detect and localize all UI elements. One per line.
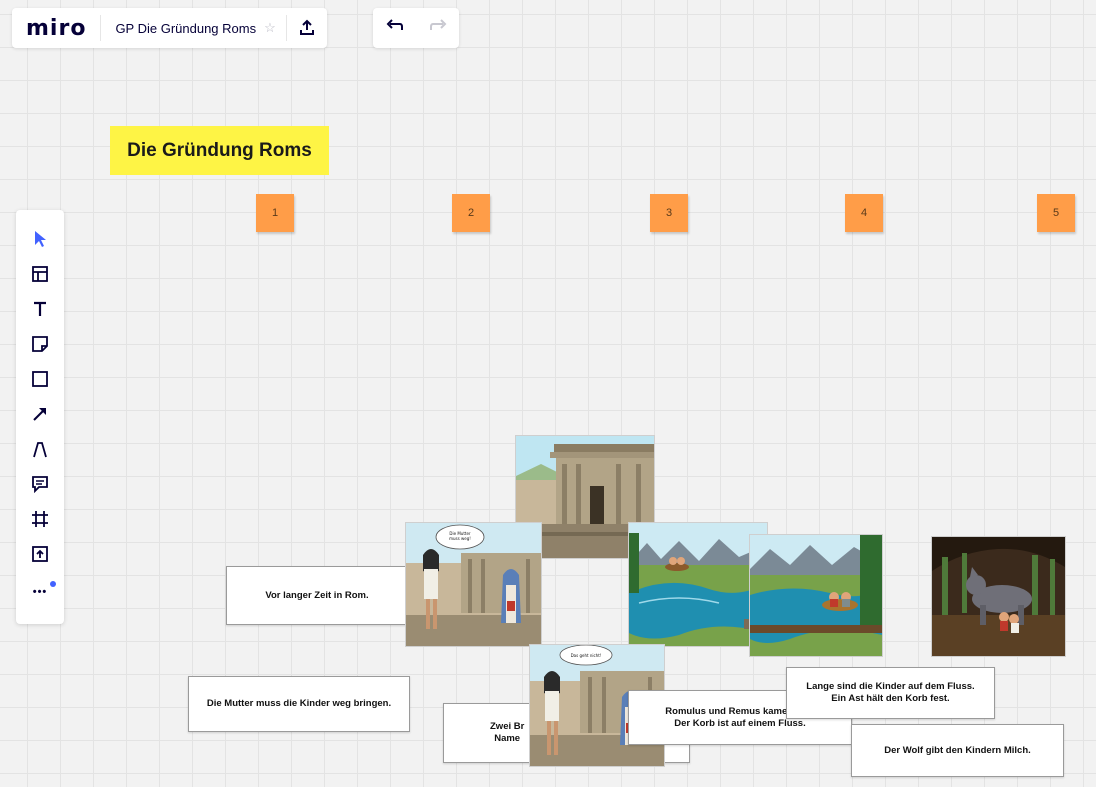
undo-redo-bar bbox=[373, 8, 459, 48]
frame-icon[interactable] bbox=[16, 502, 64, 536]
text-card-1[interactable]: Vor langer Zeit in Rom. bbox=[226, 566, 408, 625]
left-toolbar: ••• bbox=[16, 210, 64, 624]
top-bar: miro GP Die Gründung Roms ☆ bbox=[12, 8, 327, 48]
comic-panel-wolf[interactable] bbox=[931, 536, 1066, 657]
svg-text:muss weg!: muss weg! bbox=[449, 536, 471, 541]
text-card-5[interactable]: Lange sind die Kinder auf dem Fluss. Ein… bbox=[786, 667, 995, 719]
templates-icon[interactable] bbox=[16, 257, 64, 291]
pen-icon[interactable] bbox=[16, 432, 64, 466]
undo-icon[interactable] bbox=[386, 18, 404, 38]
text-icon[interactable] bbox=[16, 292, 64, 326]
text-card-6[interactable]: Der Wolf gibt den Kindern Milch. bbox=[851, 724, 1064, 777]
upload-content-icon[interactable] bbox=[16, 537, 64, 571]
more-dots: ••• bbox=[32, 586, 48, 598]
comic-panel-river-1[interactable] bbox=[628, 522, 768, 647]
comment-icon[interactable] bbox=[16, 467, 64, 501]
text-card-2[interactable]: Die Mutter muss die Kinder weg bringen. bbox=[188, 676, 410, 732]
arrow-icon[interactable] bbox=[16, 397, 64, 431]
board-heading-sticky[interactable]: Die Gründung Roms bbox=[110, 126, 329, 175]
sticky-number-5[interactable]: 5 bbox=[1037, 194, 1075, 232]
shape-icon[interactable] bbox=[16, 362, 64, 396]
redo-icon[interactable] bbox=[429, 18, 447, 38]
comic-panel-parents[interactable]: Die Mutter muss weg! bbox=[405, 522, 542, 647]
sticky-number-4[interactable]: 4 bbox=[845, 194, 883, 232]
sticky-number-1[interactable]: 1 bbox=[256, 194, 294, 232]
board-title[interactable]: GP Die Gründung Roms bbox=[101, 21, 264, 36]
more-icon[interactable]: ••• bbox=[16, 575, 64, 609]
select-cursor-icon[interactable] bbox=[16, 222, 64, 256]
sticky-number-2[interactable]: 2 bbox=[452, 194, 490, 232]
sticky-note-icon[interactable] bbox=[16, 327, 64, 361]
upload-icon[interactable] bbox=[287, 8, 327, 48]
comic-panel-river-2[interactable] bbox=[749, 534, 883, 657]
notification-dot bbox=[50, 581, 56, 587]
sticky-number-3[interactable]: 3 bbox=[650, 194, 688, 232]
star-icon[interactable]: ☆ bbox=[264, 20, 286, 36]
miro-logo[interactable]: miro bbox=[12, 16, 100, 41]
speech-bubble-2: Das geht nicht! bbox=[571, 653, 602, 658]
